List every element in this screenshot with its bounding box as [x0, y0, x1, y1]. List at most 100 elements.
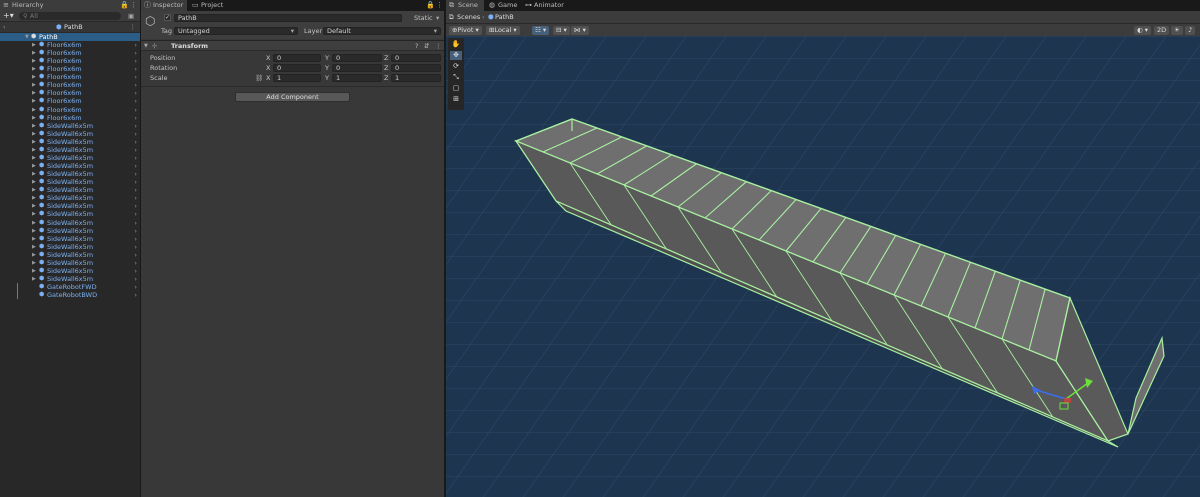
hierarchy-item[interactable]: ▶ ⬢ SideWall6x5m › [0, 243, 140, 251]
expand-arrow-icon[interactable]: ▶ [32, 219, 36, 227]
open-prefab-icon[interactable]: › [134, 41, 137, 49]
hierarchy-item[interactable]: ▶ ⬢ SideWall6x5m › [0, 251, 140, 259]
open-prefab-icon[interactable]: › [134, 57, 137, 65]
open-prefab-icon[interactable]: › [134, 49, 137, 57]
component-more-icon[interactable]: ⋮ [435, 41, 442, 51]
hierarchy-item[interactable]: ▶ ⬢ SideWall6x5m › [0, 194, 140, 202]
expand-arrow-icon[interactable]: ▶ [32, 138, 36, 146]
open-prefab-icon[interactable]: › [134, 81, 137, 89]
back-arrow-icon[interactable]: ‹ [3, 22, 6, 32]
open-prefab-icon[interactable]: › [134, 178, 137, 186]
open-prefab-icon[interactable]: › [134, 162, 137, 170]
hierarchy-item[interactable]: ▶ ⬢ SideWall6x5m › [0, 186, 140, 194]
hierarchy-item[interactable]: ▶ ⬢ SideWall6x5m › [0, 170, 140, 178]
tab-game[interactable]: ◍ Game [486, 0, 520, 11]
open-prefab-icon[interactable]: › [134, 194, 137, 202]
hierarchy-item[interactable]: ▶ ⬢ Floor6x6m › [0, 114, 140, 122]
audio-toggle[interactable]: ♪ [1185, 26, 1196, 35]
open-prefab-icon[interactable]: › [134, 73, 137, 81]
hierarchy-item[interactable]: ▶ ⬢ SideWall6x5m › [0, 275, 140, 283]
hierarchy-item[interactable]: ▶ ⬢ SideWall6x5m › [0, 202, 140, 210]
open-prefab-icon[interactable]: › [134, 243, 137, 251]
scene-viewport[interactable] [446, 36, 1200, 497]
open-prefab-icon[interactable]: › [134, 259, 137, 267]
tab-project[interactable]: ▭ Project [189, 0, 229, 11]
shading-mode-button[interactable]: ◐ ▾ [1134, 26, 1152, 35]
open-prefab-icon[interactable]: › [134, 210, 137, 218]
expand-arrow-icon[interactable]: ▶ [32, 49, 36, 57]
expand-arrow-icon[interactable]: ▶ [32, 81, 36, 89]
open-prefab-icon[interactable]: › [134, 122, 137, 130]
hierarchy-search-input[interactable]: ⚲ All [19, 12, 121, 20]
hierarchy-item[interactable]: ▶ ⬢ SideWall6x5m › [0, 259, 140, 267]
hierarchy-item[interactable]: ▶ ⬢ Floor6x6m › [0, 57, 140, 65]
help-icon[interactable]: ? [415, 41, 418, 51]
open-prefab-icon[interactable]: › [134, 291, 137, 299]
open-prefab-icon[interactable]: › [134, 219, 137, 227]
snap-increment-button[interactable]: ⊟ ▾ [553, 26, 570, 35]
tag-dropdown[interactable]: Untagged [174, 27, 298, 35]
open-prefab-icon[interactable]: › [134, 186, 137, 194]
open-prefab-icon[interactable]: › [134, 65, 137, 73]
open-prefab-icon[interactable]: › [134, 114, 137, 122]
hierarchy-item[interactable]: ▶ ⬢ SideWall6x5m › [0, 138, 140, 146]
hierarchy-item[interactable]: ▶ ⬢ Floor6x6m › [0, 97, 140, 105]
hierarchy-item[interactable]: ▶ ⬢ SideWall6x5m › [0, 154, 140, 162]
expand-arrow-icon[interactable]: ▶ [32, 170, 36, 178]
more-icon[interactable]: ⋮ [130, 0, 137, 11]
open-prefab-icon[interactable]: › [134, 146, 137, 154]
expand-arrow-icon[interactable]: ▶ [32, 41, 36, 49]
expand-arrow-icon[interactable]: ▶ [32, 251, 36, 259]
hierarchy-item[interactable]: ▶ ⬢ SideWall6x5m › [0, 267, 140, 275]
hierarchy-item[interactable]: ▶ ⬢ SideWall6x5m › [0, 130, 140, 138]
expand-arrow-icon[interactable]: ▶ [32, 146, 36, 154]
expand-arrow-icon[interactable]: ▶ [32, 162, 36, 170]
expand-arrow-icon[interactable]: ▶ [32, 57, 36, 65]
hierarchy-item[interactable]: ▶ ⬢ Floor6x6m › [0, 49, 140, 57]
link-icon[interactable]: ⛓ [255, 74, 263, 82]
move-tool-icon[interactable]: ✥ [450, 51, 462, 60]
local-button[interactable]: ⊞Local ▾ [486, 26, 520, 35]
lock-icon[interactable]: 🔒 [120, 0, 129, 11]
expand-arrow-icon[interactable]: ▶ [32, 227, 36, 235]
tab-scene[interactable]: ⧉ Scene [446, 0, 484, 11]
open-prefab-icon[interactable]: › [134, 202, 137, 210]
expand-arrow-icon[interactable]: ▶ [32, 235, 36, 243]
hierarchy-item[interactable]: ▶ ⬢ Floor6x6m › [0, 89, 140, 97]
transform-tool-icon[interactable]: ⊞ [450, 95, 462, 104]
rotation-x-field[interactable]: 0 [273, 64, 321, 72]
expand-arrow-icon[interactable]: ▶ [32, 97, 36, 105]
expand-arrow-icon[interactable]: ▶ [32, 186, 36, 194]
hierarchy-item[interactable]: ▶ ⬢ SideWall6x5m › [0, 162, 140, 170]
pivot-button[interactable]: ⊕Pivot ▾ [449, 26, 482, 35]
lock-icon[interactable]: 🔒 [426, 0, 435, 11]
scene-more-icon[interactable]: ⋮ [130, 22, 137, 32]
layer-dropdown[interactable]: Default [323, 27, 441, 35]
hierarchy-item[interactable]: ▶ ⬢ Floor6x6m › [0, 73, 140, 81]
active-checkbox[interactable]: ✓ [164, 14, 171, 21]
expand-arrow-icon[interactable]: ▶ [32, 275, 36, 283]
transform-header[interactable]: ▼ ⊹ Transform ? ⇵ ⋮ [141, 40, 444, 51]
scene-header[interactable]: ‹ ⬢ PathB ⋮ [0, 22, 140, 32]
rotation-z-field[interactable]: 0 [391, 64, 441, 72]
open-prefab-icon[interactable]: › [134, 267, 137, 275]
static-dropdown-icon[interactable]: ▾ [436, 14, 439, 23]
more-icon[interactable]: ⋮ [436, 0, 443, 11]
open-prefab-icon[interactable]: › [134, 97, 137, 105]
foldout-arrow-icon[interactable]: ▼ [144, 41, 148, 51]
gizmo-x-handle[interactable] [1064, 398, 1071, 403]
open-prefab-icon[interactable]: › [134, 251, 137, 259]
expand-arrow-icon[interactable]: ▶ [32, 114, 36, 122]
open-prefab-icon[interactable]: › [134, 235, 137, 243]
hierarchy-item[interactable]: ▶ ⬢ Floor6x6m › [0, 65, 140, 73]
settings-icon[interactable]: ⇵ [424, 41, 429, 51]
expand-arrow-icon[interactable]: ▶ [32, 267, 36, 275]
open-prefab-icon[interactable]: › [134, 130, 137, 138]
open-prefab-icon[interactable]: › [134, 227, 137, 235]
hierarchy-item[interactable]: ⬢ GateRobotBWD › [0, 291, 140, 300]
breadcrumb-scenes[interactable]: Scenes [457, 11, 480, 23]
hand-tool-icon[interactable]: ✋ [450, 40, 462, 49]
open-prefab-icon[interactable]: › [134, 275, 137, 283]
frame-button[interactable]: ⋈ ▾ [571, 26, 589, 35]
open-prefab-icon[interactable]: › [134, 154, 137, 162]
